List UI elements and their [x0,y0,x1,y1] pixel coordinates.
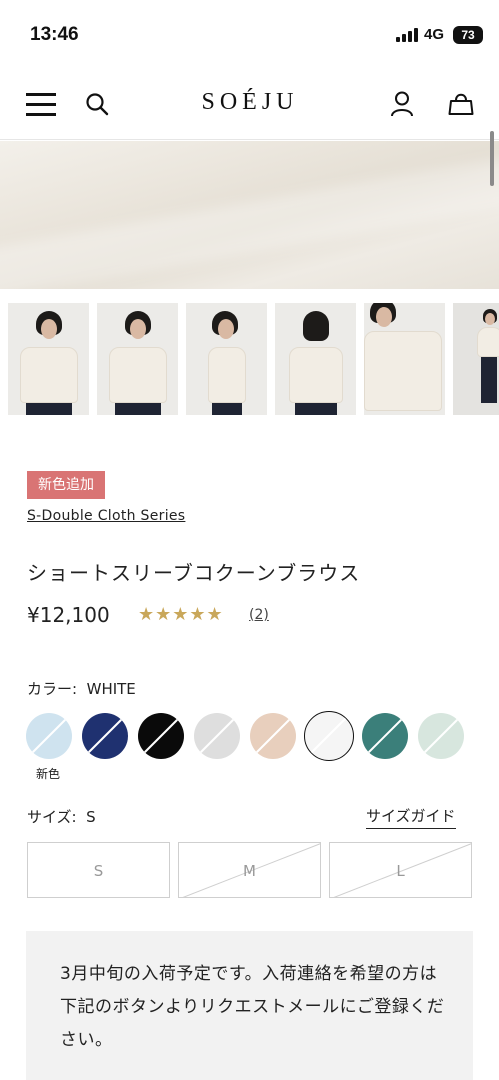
color-swatch-mint[interactable] [418,713,464,759]
new-color-badge: 新色追加 [27,471,105,499]
scrollbar[interactable] [490,131,494,186]
thumbnail-image[interactable] [453,303,499,415]
network-type: 4G [424,26,445,43]
thumbnail-image[interactable] [97,303,178,415]
product-title: ショートスリーブコクーンブラウス [27,561,361,585]
color-swatch-light-gray[interactable] [194,713,240,759]
color-label: カラー: WHITE [27,678,136,699]
size-label-text: サイズ: [27,808,77,826]
restock-notice-text: 3月中旬の入荷予定です。入荷連絡を希望の方は下記のボタンよりリクエストメールにご… [60,964,445,1050]
size-label: サイズ: S [27,806,96,827]
size-button-label: M [243,862,256,880]
color-swatch-light-blue[interactable] [26,713,72,759]
thumbnail-image[interactable] [186,303,267,415]
restock-notice: 3月中旬の入荷予定です。入荷連絡を希望の方は下記のボタンよりリクエストメールにご… [26,931,473,1080]
color-swatch-teal[interactable] [362,713,408,759]
status-time: 13:46 [30,24,79,45]
search-icon[interactable] [84,91,110,121]
color-swatch-navy[interactable] [82,713,128,759]
color-swatch-beige[interactable] [250,713,296,759]
selected-size: S [86,808,96,826]
battery-icon: 73 [453,26,483,44]
size-button-label: S [93,862,104,880]
size-button-m[interactable]: M [178,842,321,898]
thumbnail-image[interactable] [275,303,356,415]
color-swatch-black[interactable] [138,713,184,759]
new-color-label: 新色 [36,767,61,781]
product-main-image[interactable] [0,141,499,289]
color-swatch-white[interactable] [304,711,354,761]
size-button-s[interactable]: S [27,842,170,898]
menu-icon[interactable] [26,93,56,117]
shopping-bag-icon[interactable] [447,90,475,122]
review-count-link[interactable]: (2) [249,607,269,623]
status-bar: 13:46 4G 73 [0,0,499,70]
selected-color: WHITE [86,680,136,698]
thumbnail-image[interactable] [364,303,445,415]
size-button-l[interactable]: L [329,842,472,898]
size-guide-link[interactable]: サイズガイド [366,805,456,829]
site-header: SOÉJU [0,70,499,140]
signal-icon [396,28,418,42]
series-link[interactable]: S-Double Cloth Series [27,508,185,524]
brand-logo[interactable]: SOÉJU [190,89,310,116]
account-icon[interactable] [390,90,414,122]
thumbnail-image[interactable] [8,303,89,415]
size-button-label: L [396,862,405,880]
thumbnail-strip[interactable] [8,303,499,415]
color-label-text: カラー: [27,680,78,698]
rating-stars: ★★★★★ [138,604,224,625]
color-swatches [26,711,476,761]
product-price: ¥12,100 [27,603,110,627]
